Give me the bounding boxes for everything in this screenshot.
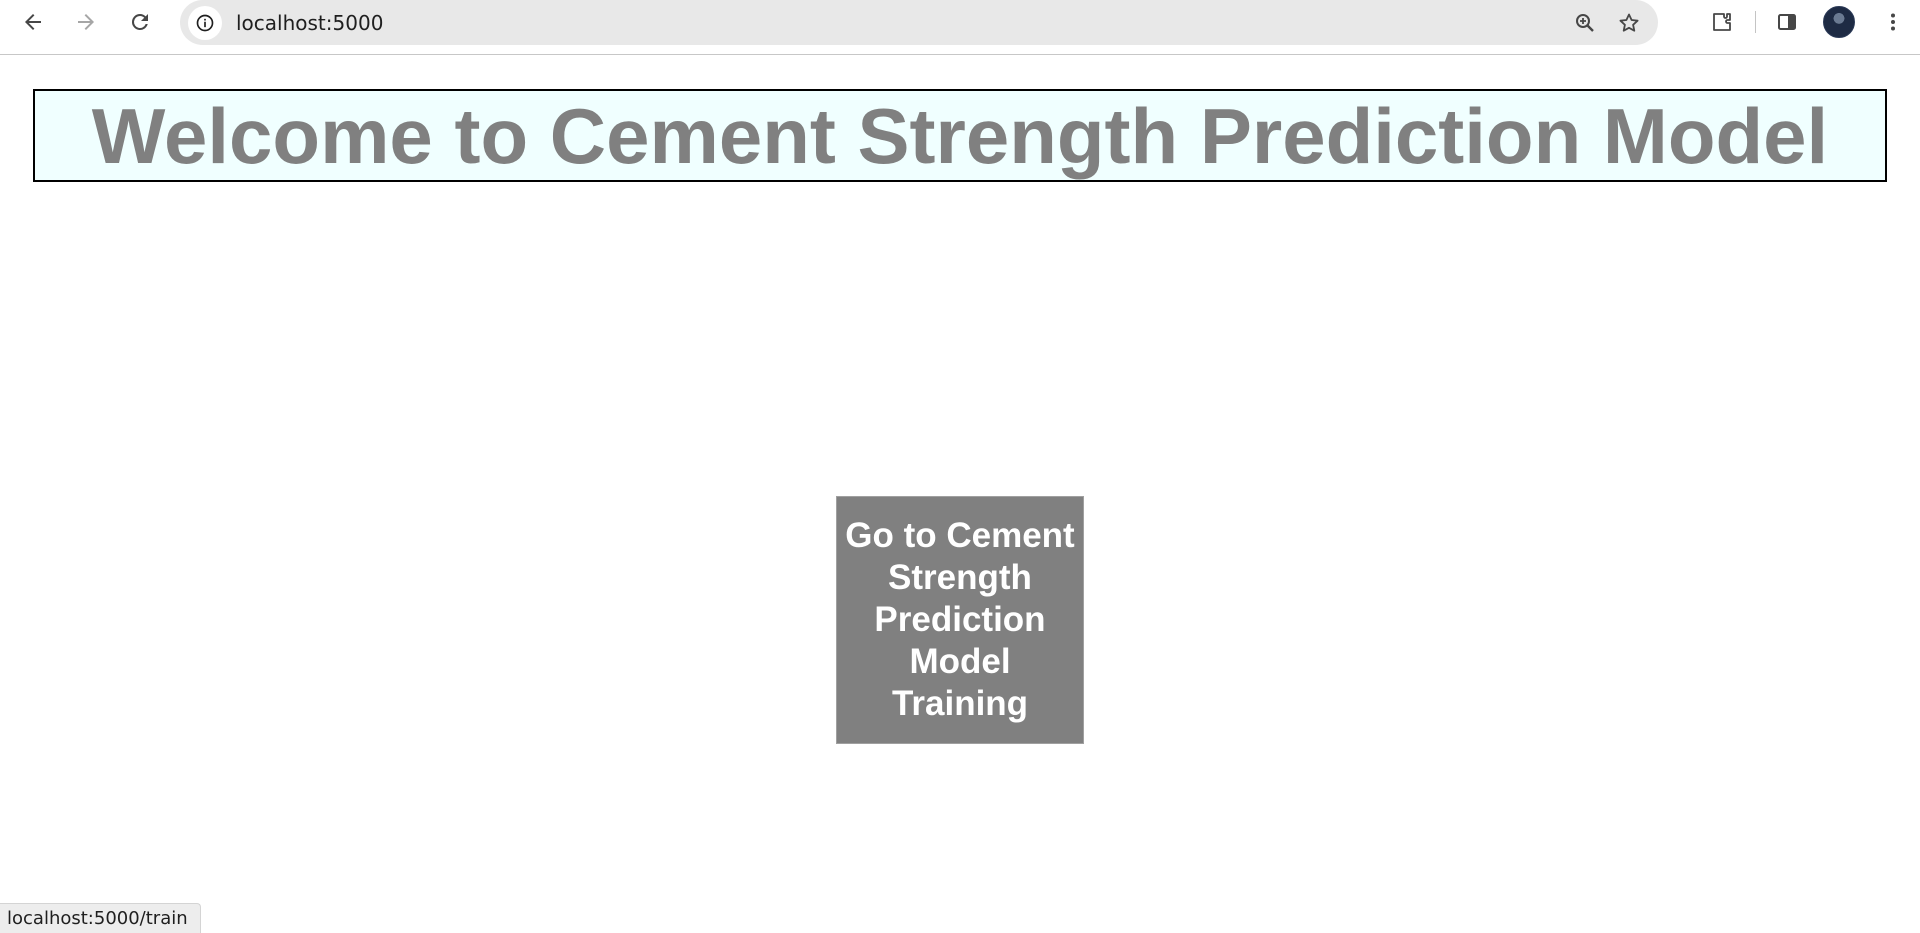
forward-button[interactable] bbox=[68, 4, 104, 40]
url-text[interactable]: localhost:5000 bbox=[236, 11, 383, 35]
avatar bbox=[1823, 6, 1855, 38]
zoom-button[interactable] bbox=[1566, 4, 1604, 42]
puzzle-icon bbox=[1713, 13, 1731, 31]
menu-button[interactable] bbox=[1874, 3, 1912, 41]
profile-button[interactable] bbox=[1820, 3, 1858, 41]
extensions-button[interactable] bbox=[1703, 3, 1741, 41]
toolbar-right bbox=[1703, 2, 1920, 42]
address-bar[interactable]: localhost:5000 bbox=[180, 0, 1658, 45]
toolbar-divider bbox=[1755, 11, 1756, 33]
browser-toolbar: localhost:5000 bbox=[0, 0, 1920, 55]
star-icon bbox=[1619, 13, 1639, 32]
reload-icon bbox=[131, 13, 148, 30]
side-panel-icon bbox=[1778, 14, 1796, 30]
arrow-right-icon bbox=[78, 14, 94, 30]
go-to-training-button[interactable]: Go to Cement Strength Prediction Model T… bbox=[836, 496, 1084, 744]
info-icon bbox=[196, 14, 214, 31]
link-status-bubble: localhost:5000/train bbox=[0, 903, 201, 933]
page-title: Welcome to Cement Strength Prediction Mo… bbox=[91, 91, 1829, 180]
zoom-icon bbox=[1576, 14, 1594, 32]
bookmark-button[interactable] bbox=[1610, 4, 1648, 42]
back-button[interactable] bbox=[15, 4, 51, 40]
title-banner: Welcome to Cement Strength Prediction Mo… bbox=[33, 89, 1887, 182]
side-panel-button[interactable] bbox=[1768, 3, 1806, 41]
arrow-left-icon bbox=[25, 14, 41, 30]
site-info-button[interactable] bbox=[188, 5, 222, 40]
kebab-menu-icon bbox=[1891, 13, 1895, 31]
reload-button[interactable] bbox=[122, 4, 158, 40]
